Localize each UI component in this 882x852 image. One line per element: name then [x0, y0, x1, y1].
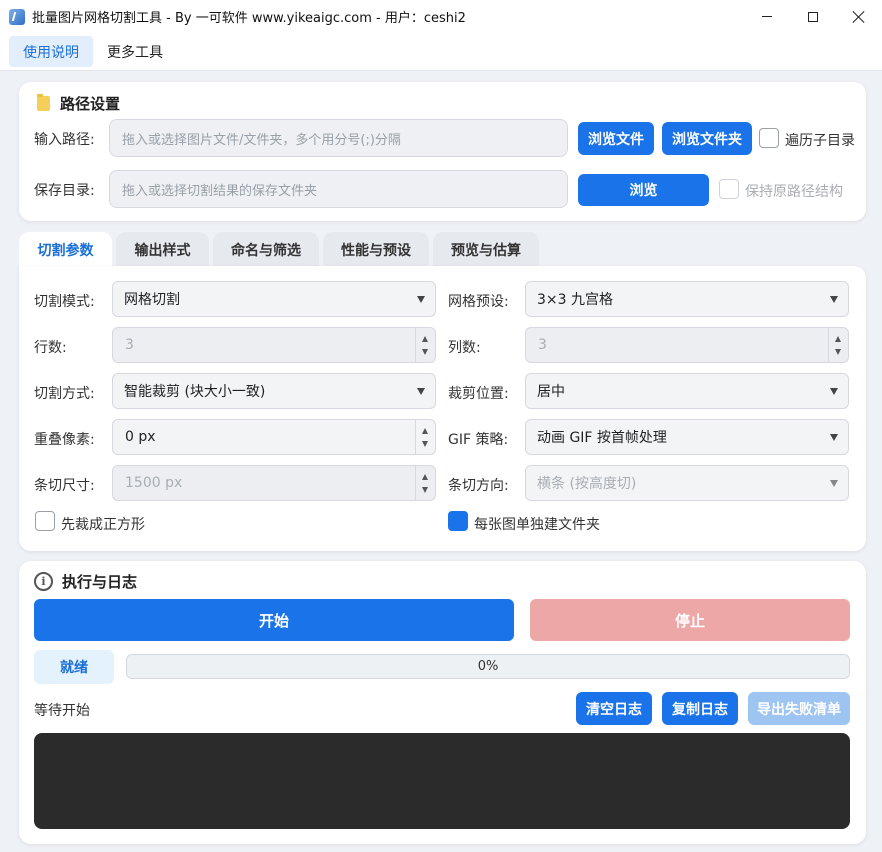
strip-size-label: 条切尺寸:	[34, 478, 95, 494]
keep-structure-label: 保持原路径结构	[745, 184, 843, 200]
minimize-button[interactable]	[744, 0, 790, 33]
clear-log-button[interactable]: 清空日志	[576, 692, 652, 725]
rows-value: 3	[125, 337, 134, 353]
grid-preset-select[interactable]: 3×3 九宫格	[525, 281, 849, 317]
cut-mode-label: 切割模式:	[34, 294, 95, 310]
crop-position-label: 裁剪位置:	[448, 386, 509, 402]
chevron-down-icon	[417, 388, 425, 395]
path-settings-title: 路径设置	[60, 95, 121, 113]
arrow-down-icon	[422, 487, 428, 493]
tab-cut-params[interactable]: 切割参数	[19, 232, 112, 268]
menu-item-more-tools[interactable]: 更多工具	[93, 36, 177, 67]
strip-size-stepper-buttons[interactable]	[415, 466, 435, 500]
cut-method-value: 智能裁剪 (块大小一致)	[124, 384, 266, 400]
info-icon: i	[34, 572, 53, 591]
close-button[interactable]	[836, 0, 882, 33]
chevron-down-icon	[830, 296, 838, 303]
waiting-status-text: 等待开始	[34, 703, 90, 719]
save-dir-field[interactable]: 拖入或选择切割结果的保存文件夹	[109, 170, 568, 208]
cols-stepper[interactable]: 3	[525, 327, 849, 363]
folder-icon	[37, 94, 50, 111]
start-button[interactable]: 开始	[34, 599, 514, 641]
window-title: 批量图片网格切割工具 - By 一可软件 www.yikeaigc.com - …	[32, 11, 466, 26]
save-dir-label: 保存目录:	[34, 183, 95, 199]
arrow-down-icon	[835, 349, 841, 355]
rows-stepper[interactable]: 3	[112, 327, 436, 363]
cut-params-panel: 切割模式: 网格切割 网格预设: 3×3 九宫格 行数: 3 列数: 3 切割方…	[19, 266, 866, 551]
progress-text: 0%	[477, 659, 499, 674]
maximize-button[interactable]	[790, 0, 836, 33]
arrow-up-icon	[422, 336, 428, 342]
browse-save-button[interactable]: 浏览	[578, 174, 709, 206]
gif-strategy-select[interactable]: 动画 GIF 按首帧处理	[525, 419, 849, 455]
chevron-down-icon	[417, 296, 425, 303]
tab-preview-estimate[interactable]: 预览与估算	[433, 232, 539, 268]
execution-header: i 执行与日志	[34, 571, 137, 592]
window-controls	[744, 0, 882, 33]
log-output[interactable]	[34, 733, 850, 829]
crop-position-value: 居中	[537, 384, 565, 400]
cut-mode-select[interactable]: 网格切割	[112, 281, 436, 317]
gif-strategy-label: GIF 策略:	[448, 432, 509, 448]
arrow-down-icon	[422, 349, 428, 355]
menu-item-instructions[interactable]: 使用说明	[9, 36, 93, 67]
input-path-label: 输入路径:	[34, 132, 95, 148]
per-image-folder-checkbox[interactable]	[448, 511, 468, 531]
chevron-down-icon	[830, 388, 838, 395]
keep-structure-checkbox[interactable]	[719, 179, 739, 199]
overlap-stepper-buttons[interactable]	[415, 420, 435, 454]
square-first-label: 先裁成正方形	[61, 517, 145, 533]
arrow-up-icon	[422, 474, 428, 480]
minimize-icon	[762, 16, 772, 17]
menu-bar: 使用说明 更多工具	[0, 33, 882, 71]
stop-button[interactable]: 停止	[530, 599, 850, 641]
strip-direction-label: 条切方向:	[448, 478, 509, 494]
overlap-value: 0 px	[125, 429, 156, 445]
cut-method-select[interactable]: 智能裁剪 (块大小一致)	[112, 373, 436, 409]
per-image-folder-label: 每张图单独建文件夹	[474, 517, 600, 533]
overlap-label: 重叠像素:	[34, 432, 95, 448]
strip-direction-select[interactable]: 横条 (按高度切)	[525, 465, 849, 501]
cut-mode-value: 网格切割	[124, 292, 180, 308]
browse-folder-button[interactable]: 浏览文件夹	[662, 122, 752, 155]
gif-strategy-value: 动画 GIF 按首帧处理	[537, 430, 667, 446]
strip-size-value: 1500 px	[125, 475, 183, 491]
cols-value: 3	[538, 337, 547, 353]
square-first-checkbox[interactable]	[35, 511, 55, 531]
grid-preset-value: 3×3 九宫格	[537, 292, 613, 308]
arrow-down-icon	[422, 441, 428, 447]
export-failed-button[interactable]: 导出失败清单	[748, 692, 850, 725]
tab-output-style[interactable]: 输出样式	[116, 232, 209, 268]
strip-direction-value: 横条 (按高度切)	[537, 476, 637, 492]
arrow-up-icon	[422, 428, 428, 434]
rows-stepper-buttons[interactable]	[415, 328, 435, 362]
strip-size-stepper[interactable]: 1500 px	[112, 465, 436, 501]
overlap-stepper[interactable]: 0 px	[112, 419, 436, 455]
arrow-up-icon	[835, 336, 841, 342]
browse-file-button[interactable]: 浏览文件	[578, 122, 654, 155]
cut-method-label: 切割方式:	[34, 386, 95, 402]
crop-position-select[interactable]: 居中	[525, 373, 849, 409]
execution-title: 执行与日志	[62, 573, 138, 591]
path-settings-card: 路径设置 输入路径: 拖入或选择图片文件/文件夹，多个用分号(;)分隔 浏览文件…	[19, 82, 866, 221]
tab-naming-filter[interactable]: 命名与筛选	[213, 232, 319, 268]
path-settings-header: 路径设置	[37, 93, 120, 114]
recurse-subdir-label: 遍历子目录	[785, 133, 855, 149]
input-path-field[interactable]: 拖入或选择图片文件/文件夹，多个用分号(;)分隔	[109, 119, 568, 157]
progress-bar: 0%	[126, 654, 850, 679]
status-badge: 就绪	[34, 650, 114, 684]
close-icon	[853, 11, 865, 23]
rows-label: 行数:	[34, 340, 67, 356]
grid-preset-label: 网格预设:	[448, 294, 509, 310]
chevron-down-icon	[830, 480, 838, 487]
cols-label: 列数:	[448, 340, 481, 356]
title-bar: 批量图片网格切割工具 - By 一可软件 www.yikeaigc.com - …	[0, 0, 882, 33]
tab-performance-presets[interactable]: 性能与预设	[323, 232, 429, 268]
recurse-subdir-checkbox[interactable]	[759, 128, 779, 148]
maximize-icon	[808, 11, 818, 22]
cols-stepper-buttons[interactable]	[828, 328, 848, 362]
app-icon	[9, 8, 25, 25]
chevron-down-icon	[830, 434, 838, 441]
copy-log-button[interactable]: 复制日志	[662, 692, 738, 725]
